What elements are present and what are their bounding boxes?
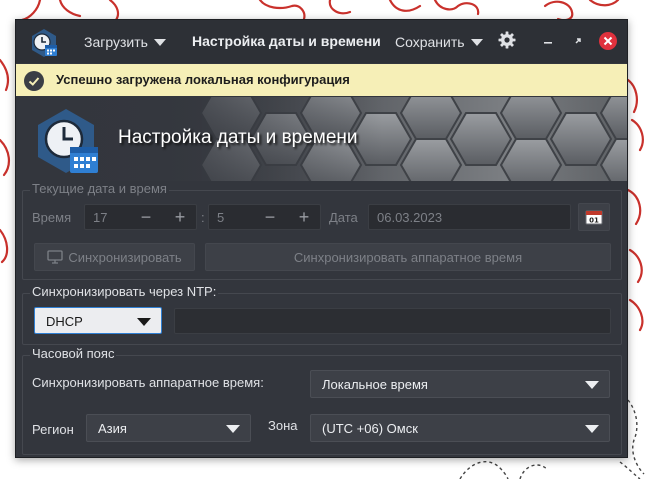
window-title: Настройка даты и времени bbox=[192, 33, 381, 49]
date-label: Дата bbox=[329, 210, 358, 225]
minimize-icon[interactable] bbox=[538, 31, 558, 51]
minutes-decrement-button[interactable]: − bbox=[259, 206, 281, 228]
chevron-down-icon bbox=[585, 381, 599, 389]
zone-label: Зона bbox=[268, 418, 298, 433]
monitor-icon bbox=[47, 250, 63, 264]
date-value: 06.03.2023 bbox=[377, 210, 443, 225]
sync-hardware-label: Синхронизировать аппаратное время bbox=[293, 249, 523, 265]
checkmark-icon bbox=[24, 71, 44, 91]
chevron-down-icon bbox=[226, 425, 240, 433]
hours-value: 17 bbox=[93, 210, 108, 225]
save-label: Сохранить bbox=[395, 34, 465, 50]
sync-hardware-button[interactable]: Синхронизировать аппаратное время bbox=[205, 243, 611, 271]
date-input[interactable]: 06.03.2023 bbox=[368, 204, 571, 230]
hours-spinbox[interactable]: 17 − + bbox=[84, 204, 197, 230]
header-bar: Загрузить Настройка даты и времени Сохра… bbox=[16, 20, 627, 63]
sync-label: Синхронизировать bbox=[68, 249, 182, 265]
calendar-icon: 01 bbox=[585, 210, 603, 225]
sync-button[interactable]: Синхронизировать bbox=[34, 243, 195, 271]
maximize-icon[interactable] bbox=[568, 31, 588, 51]
ntp-mode-select[interactable]: DHCP bbox=[34, 307, 162, 334]
banner: Настройка даты и времени bbox=[16, 97, 627, 181]
minutes-increment-button[interactable]: + bbox=[293, 206, 315, 228]
hardware-time-label: Синхронизировать аппаратное время: bbox=[32, 375, 264, 390]
clock-calendar-icon bbox=[38, 109, 98, 173]
infobar-message: Успешно загружена локальная конфигурация bbox=[56, 72, 350, 87]
chevron-down-icon bbox=[585, 425, 599, 433]
banner-title: Настройка даты и времени bbox=[118, 127, 358, 148]
app-clock-calendar-icon bbox=[32, 29, 57, 57]
minutes-value: 5 bbox=[217, 210, 225, 225]
minutes-spinbox[interactable]: 5 − + bbox=[208, 204, 321, 230]
hours-decrement-button[interactable]: − bbox=[135, 206, 157, 228]
calendar-day: 01 bbox=[589, 217, 599, 225]
load-label: Загрузить bbox=[84, 34, 148, 50]
ntp-mode-value: DHCP bbox=[46, 314, 83, 329]
hours-increment-button[interactable]: + bbox=[169, 206, 191, 228]
region-value: Азия bbox=[98, 421, 127, 436]
chevron-down-icon bbox=[470, 38, 483, 46]
zone-select[interactable]: (UTC +06) Омск bbox=[310, 414, 610, 442]
ntp-server-input[interactable] bbox=[174, 308, 611, 334]
chevron-down-icon bbox=[153, 38, 166, 46]
chevron-down-icon bbox=[137, 318, 151, 326]
region-label: Регион bbox=[32, 422, 74, 437]
save-menu-button[interactable]: Сохранить bbox=[395, 32, 483, 52]
date-time-settings-window: Загрузить Настройка даты и времени Сохра… bbox=[15, 19, 628, 458]
timezone-title: Часовой пояс bbox=[30, 346, 117, 361]
gear-icon[interactable] bbox=[498, 31, 516, 49]
hardware-time-select[interactable]: Локальное время bbox=[310, 370, 610, 398]
hardware-time-value: Локальное время bbox=[322, 377, 428, 392]
time-separator: : bbox=[201, 210, 205, 225]
load-menu-button[interactable]: Загрузить bbox=[84, 32, 166, 52]
success-infobar: Успешно загружена локальная конфигурация bbox=[16, 64, 627, 96]
region-select[interactable]: Азия bbox=[86, 414, 251, 442]
current-datetime-title: Текущие дата и время bbox=[30, 181, 169, 196]
zone-value: (UTC +06) Омск bbox=[322, 421, 418, 436]
ntp-title: Синхронизировать через NTP: bbox=[30, 284, 219, 299]
close-icon[interactable] bbox=[598, 31, 618, 51]
time-label: Время bbox=[32, 210, 72, 225]
calendar-button[interactable]: 01 bbox=[578, 203, 610, 231]
